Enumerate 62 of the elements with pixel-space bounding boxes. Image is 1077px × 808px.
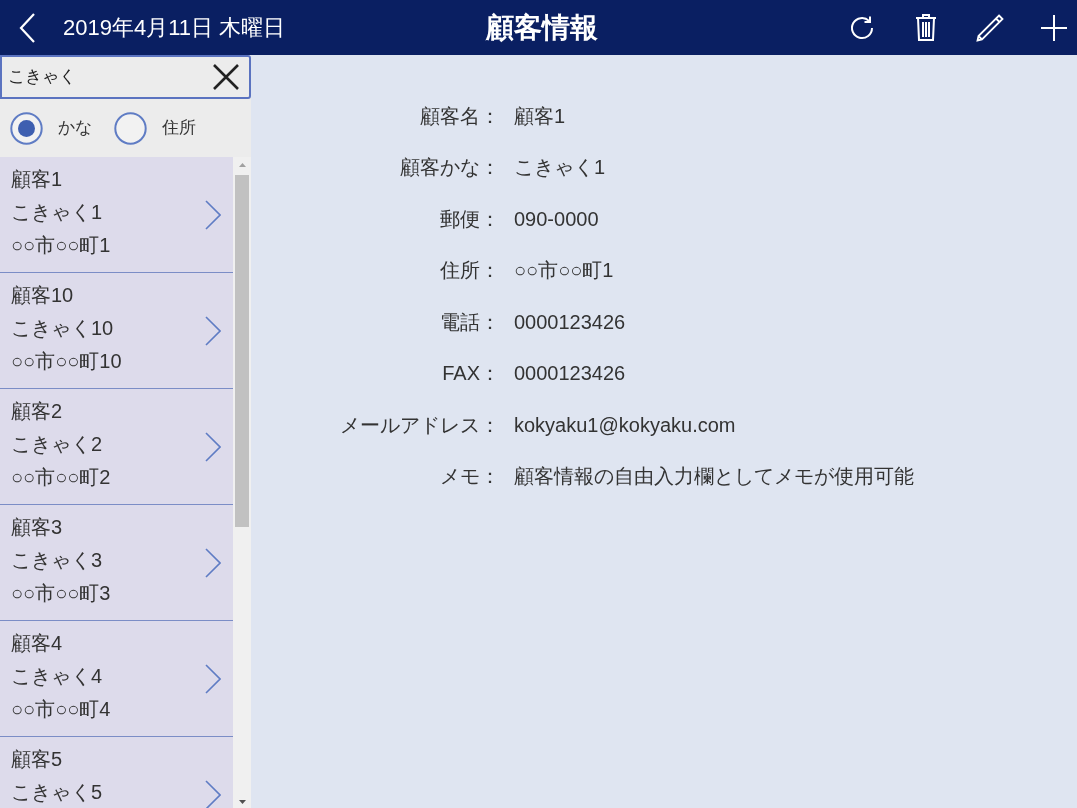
field-value: 顧客情報の自由入力欄としてメモが使用可能 (514, 464, 914, 490)
scrollbar-thumb[interactable] (235, 175, 249, 527)
customer-address: ○○市○○町2 (11, 465, 112, 490)
customer-name: 顧客3 (11, 515, 64, 540)
search-value: こきゃく (8, 66, 76, 89)
customer-address: ○○市○○町1 (11, 233, 112, 258)
radio-option[interactable]: 住所 (114, 111, 196, 145)
field-label: メールアドレス： (339, 412, 500, 438)
field-label: FAX： (441, 361, 500, 387)
customer-address: ○○市○○町3 (11, 581, 112, 606)
customer-list-item[interactable]: 顧客2 こきゃく2 ○○市○○町2 (0, 389, 233, 505)
field-value: 090-0000 (514, 206, 599, 232)
field-label: 電話： (439, 309, 500, 335)
trash-icon (915, 14, 937, 41)
field-value: kokyaku1@kokyaku.com (514, 412, 736, 438)
customer-name: 顧客5 (11, 747, 64, 772)
field-label: 顧客名： (419, 103, 500, 129)
customer-address: ○○市○○町10 (11, 349, 123, 374)
radio-option[interactable]: かな (10, 111, 92, 145)
customer-list-item[interactable]: 顧客1 こきゃく1 ○○市○○町1 (0, 157, 233, 273)
customer-list-item[interactable]: 顧客10 こきゃく10 ○○市○○町10 (0, 273, 233, 389)
clear-icon[interactable] (213, 64, 239, 90)
date-text: 2019年4月11日 木曜日 (63, 14, 286, 42)
chevron-right-icon (205, 316, 221, 346)
field-label: 顧客かな： (399, 155, 500, 181)
customer-kana: こきゃく1 (11, 200, 104, 225)
customer-address: ○○市○○町4 (11, 697, 112, 722)
field-value: こきゃく1 (514, 155, 606, 181)
refresh-icon (849, 14, 875, 41)
scrollbar[interactable] (233, 157, 251, 808)
customer-name: 顧客1 (11, 167, 64, 192)
customer-name: 顧客10 (11, 283, 75, 308)
customer-list-item[interactable]: 顧客5 こきゃく5 (0, 737, 233, 808)
scroll-down-icon[interactable] (238, 800, 246, 804)
field-value: 顧客1 (514, 103, 566, 129)
back-chevron-icon (19, 12, 35, 43)
customer-kana: こきゃく4 (11, 664, 104, 689)
field-label: 住所： (439, 258, 500, 284)
chevron-right-icon (205, 200, 221, 230)
pencil-icon (976, 13, 1004, 42)
customer-name: 顧客2 (11, 399, 64, 424)
field-value: 0000123426 (514, 361, 626, 387)
customer-kana: こきゃく2 (11, 432, 104, 457)
chevron-right-icon (205, 664, 221, 694)
customer-kana: こきゃく10 (11, 316, 115, 341)
field-value: ○○市○○町1 (514, 258, 614, 284)
customer-list-item[interactable]: 顧客3 こきゃく3 ○○市○○町3 (0, 505, 233, 621)
field-label: 郵便： (439, 206, 500, 232)
customer-kana: こきゃく5 (11, 780, 104, 805)
chevron-right-icon (205, 548, 221, 578)
plus-icon (1041, 14, 1067, 41)
customer-list-item[interactable]: 顧客4 こきゃく4 ○○市○○町4 (0, 621, 233, 737)
field-value: 0000123426 (514, 309, 626, 335)
customer-kana: こきゃく3 (11, 548, 104, 573)
radio-label: 住所 (162, 117, 196, 140)
search-field[interactable]: こきゃく (0, 55, 251, 99)
chevron-right-icon (205, 432, 221, 462)
screen-title: 顧客情報 (484, 10, 599, 45)
customer-name: 顧客4 (11, 631, 64, 656)
chevron-right-icon (205, 780, 221, 808)
field-label: メモ： (439, 464, 500, 490)
radio-label: かな (58, 117, 92, 140)
